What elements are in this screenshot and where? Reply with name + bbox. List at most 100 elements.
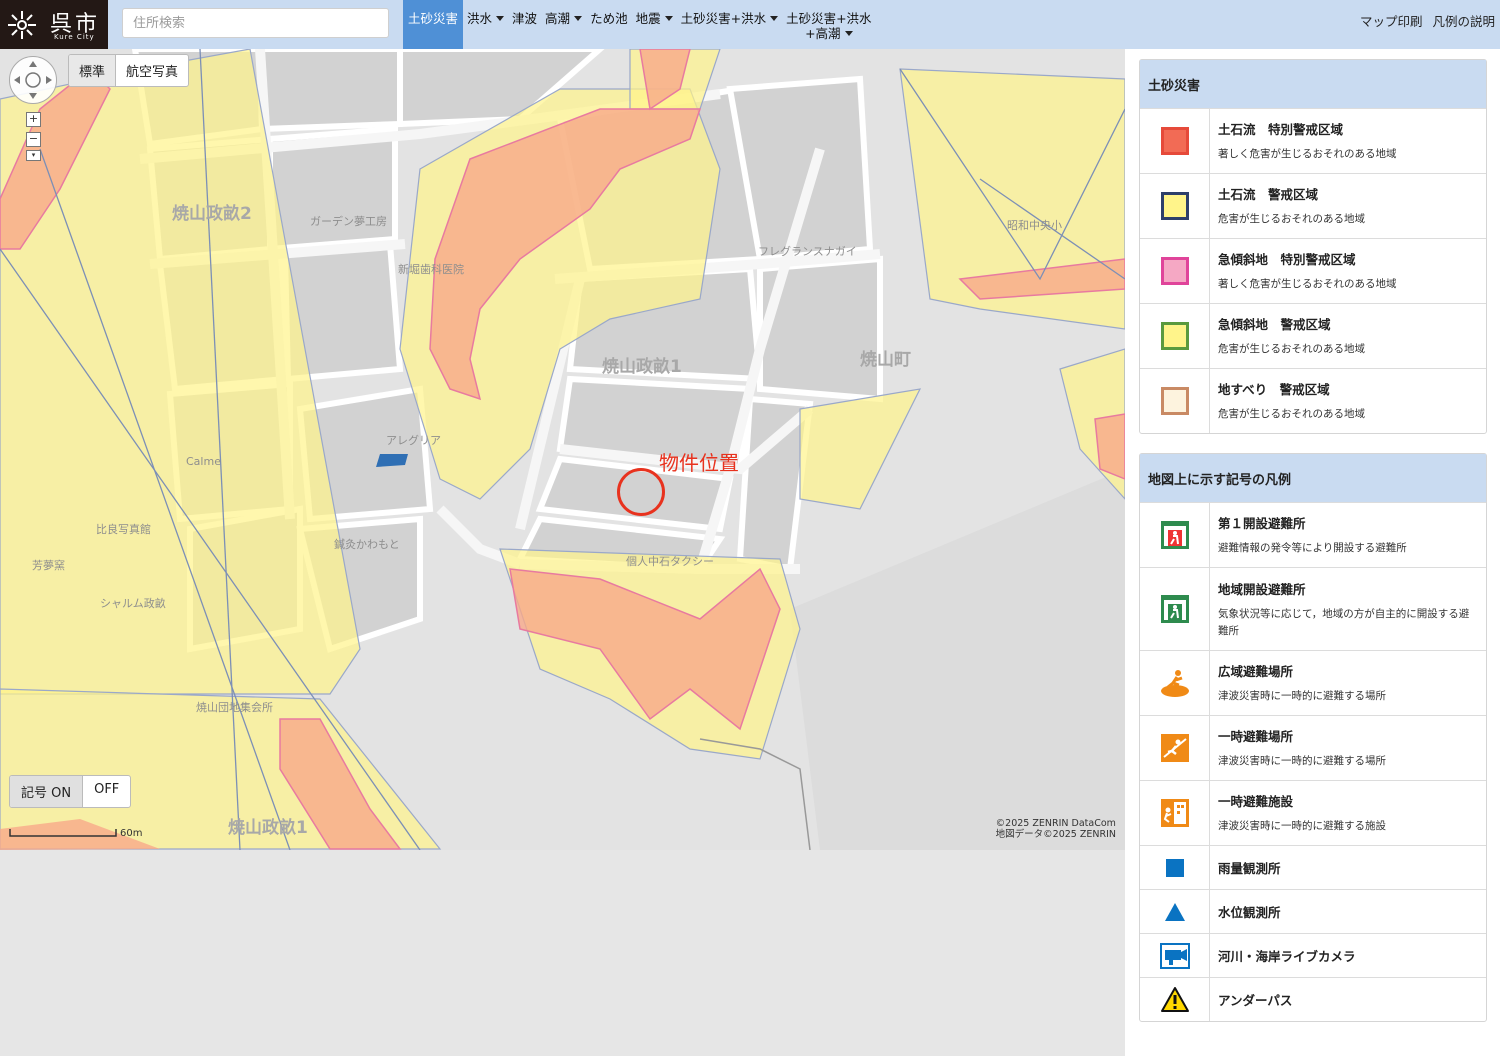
zoom-out-button[interactable]: − (26, 132, 41, 147)
legend-item-title: 急傾斜地 警戒区域 (1218, 317, 1331, 332)
legend-text: 一時避難場所 津波災害時に一時的に避難する場所 (1210, 716, 1394, 780)
nav-tab-label-line2: +高潮 (805, 26, 841, 41)
place-label: シャルム政畝 (100, 597, 166, 610)
wide-evacuation-icon (1140, 651, 1210, 715)
nav-tab-label: 洪水 (467, 11, 493, 26)
scale-bar: 60m (8, 827, 142, 842)
symbols-off-button[interactable]: OFF (83, 776, 130, 807)
legend-text: アンダーパス (1210, 978, 1300, 1021)
aerial-photo-button[interactable]: 航空写真 (116, 55, 188, 86)
legend-text: 一時避難施設津波災害時に一時的に避難する施設 (1210, 781, 1394, 845)
nav-tab-label: ため池 (590, 11, 628, 26)
legend-item: 地すべり 警戒区域危害が生じるおそれのある地域 (1140, 368, 1486, 433)
temporary-evacuation-site-icon (1140, 716, 1210, 780)
nav-tab-label: 土砂災害+洪水 (786, 11, 872, 26)
symbols-on-button[interactable]: 記号 ON (10, 776, 84, 807)
legend-swatch (1140, 369, 1210, 433)
legend-item-description: 危害が生じるおそれのある地域 (1218, 408, 1365, 420)
legend-group-symbols: 地図上に示す記号の凡例 第１開設避難所 避難情報の発令等により開設する避難所 地域開設… (1139, 453, 1487, 1022)
caret-down-icon (574, 16, 583, 21)
legend-item: 土石流 警戒区域 危害が生じるおそれのある地域 (1140, 173, 1486, 238)
legend-item-title: 第１開設避難所 (1218, 516, 1306, 531)
city-emblem-icon (8, 11, 36, 39)
place-label: フレグランスナガイ (758, 245, 857, 258)
caret-down-icon (664, 16, 673, 21)
place-label: アレグリア (386, 434, 441, 447)
scale-label: 60m (120, 828, 143, 839)
address-search-input[interactable] (122, 8, 389, 38)
hazard-map[interactable]: 焼山政畝2 焼山政畝1 焼山町 焼山政畝1 ガーデン夢工房 新堀歯科医院 フレグ… (0, 49, 1125, 850)
place-label: 個人中石タクシー (626, 555, 714, 568)
pan-control[interactable] (9, 56, 57, 104)
legend-text: 地域開設避難所気象状況等に応じて，地域の方が自主的に開設する避難所 (1210, 568, 1486, 650)
color-swatch-icon (1160, 322, 1189, 350)
legend-text: 地すべり 警戒区域危害が生じるおそれのある地域 (1210, 369, 1373, 433)
standard-map-button[interactable]: 標準 (69, 55, 117, 86)
logo-subtitle: Kure City (54, 33, 95, 41)
legend-panel: 土砂災害 土石流 特別警戒区域 著しく危害が生じるおそれのある地域 土石流 警戒区域危… (1125, 49, 1500, 1056)
legend-text: 水位観測所 (1210, 890, 1289, 933)
legend-item-title: 水位観測所 (1218, 905, 1281, 920)
area-label: 焼山政畝1 (228, 818, 308, 838)
legend-swatch (1140, 109, 1210, 173)
kure-city-logo[interactable]: 呉市 Kure City (0, 0, 108, 49)
color-swatch-icon (1160, 127, 1189, 155)
legend-swatch (1140, 174, 1210, 238)
nav-tab[interactable]: 土砂災害+洪水 +高潮 (782, 0, 875, 49)
property-location-label: 物件位置 (659, 451, 739, 475)
legend-text: 河川・海岸ライブカメラ (1210, 934, 1364, 977)
legend-help-link[interactable]: 凡例の説明 (1432, 11, 1495, 30)
underpass-warning-icon (1140, 978, 1210, 1021)
symbol-toggle: 記号 ON OFF (9, 775, 132, 808)
zoom-in-button[interactable]: + (26, 112, 41, 127)
legend-text: 土石流 警戒区域 危害が生じるおそれのある地域 (1210, 174, 1373, 238)
nav-tab[interactable]: 土砂災害 (403, 0, 464, 49)
area-label: 焼山政畝2 (172, 204, 252, 224)
color-swatch-icon (1160, 257, 1189, 285)
legend-item-description: 避難情報の発令等により開設する避難所 (1218, 542, 1407, 554)
legend-item: アンダーパス (1140, 977, 1486, 1021)
legend-item: 急傾斜地 特別警戒区域 著しく危害が生じるおそれのある地域 (1140, 238, 1486, 303)
rain-gauge-icon (1140, 846, 1210, 889)
legend-swatch (1140, 304, 1210, 368)
legend-item-description: 危害が生じるおそれのある地域 (1218, 213, 1365, 225)
nav-tab-label: 地震 (635, 11, 661, 26)
legend-item: 河川・海岸ライブカメラ (1140, 933, 1486, 977)
legend-group-title: 土砂災害 (1140, 60, 1486, 108)
map-print-link[interactable]: マップ印刷 (1360, 11, 1423, 30)
legend-item: 広域避難場所 津波災害時に一時的に避難する場所 (1140, 650, 1486, 715)
place-label: 比良写真館 (96, 523, 151, 536)
legend-item-title: 地域開設避難所 (1218, 581, 1306, 597)
color-swatch-icon (1160, 192, 1189, 220)
nav-tab[interactable]: 高潮 (541, 0, 586, 49)
header-links: マップ印刷 凡例の説明 (1360, 11, 1495, 30)
legend-text: 急傾斜地 警戒区域危害が生じるおそれのある地域 (1210, 304, 1373, 368)
nav-tab[interactable]: 地震 (632, 0, 677, 49)
nav-tab[interactable]: 津波 (508, 0, 541, 49)
place-label: 新堀歯科医院 (398, 263, 464, 276)
legend-item-title: 河川・海岸ライブカメラ (1218, 949, 1356, 964)
basemap-toggle: 標準 航空写真 (68, 54, 190, 87)
nav-tab[interactable]: 土砂災害+洪水 (677, 0, 782, 49)
place-label: Calme (186, 455, 221, 468)
legend-item-title: 急傾斜地 特別警戒区域 (1218, 252, 1356, 267)
legend-item-description: 危害が生じるおそれのある地域 (1218, 343, 1365, 355)
temporary-evacuation-building-icon (1140, 781, 1210, 845)
legend-item-description: 津波災害時に一時的に避難する場所 (1218, 690, 1386, 702)
legend-item-description: 津波災害時に一時的に避難する施設 (1218, 820, 1386, 832)
legend-item: 雨量観測所 (1140, 845, 1486, 889)
nav-tab[interactable]: 洪水 (463, 0, 508, 49)
zoom-menu-button[interactable]: ▾ (26, 150, 41, 161)
legend-item-title: 一時避難施設 (1218, 794, 1294, 809)
legend-item-description: 気象状況等に応じて，地域の方が自主的に開設する避難所 (1218, 607, 1470, 637)
legend-text: 第１開設避難所避難情報の発令等により開設する避難所 (1210, 503, 1415, 567)
legend-item: 第１開設避難所避難情報の発令等により開設する避難所 (1140, 502, 1486, 567)
nav-tab[interactable]: ため池 (586, 0, 632, 49)
map-credit: ©2025 ZENRIN DataCom 地図データ©2025 ZENRIN (996, 818, 1116, 840)
legend-item-title: 地すべり 警戒区域 (1218, 382, 1330, 397)
legend-item: 地域開設避難所気象状況等に応じて，地域の方が自主的に開設する避難所 (1140, 567, 1486, 650)
live-camera-icon (1140, 934, 1210, 977)
area-label: 焼山政畝1 (602, 357, 682, 377)
legend-item: 水位観測所 (1140, 889, 1486, 933)
legend-group-landslide: 土砂災害 土石流 特別警戒区域 著しく危害が生じるおそれのある地域 土石流 警戒区域危… (1139, 59, 1487, 434)
